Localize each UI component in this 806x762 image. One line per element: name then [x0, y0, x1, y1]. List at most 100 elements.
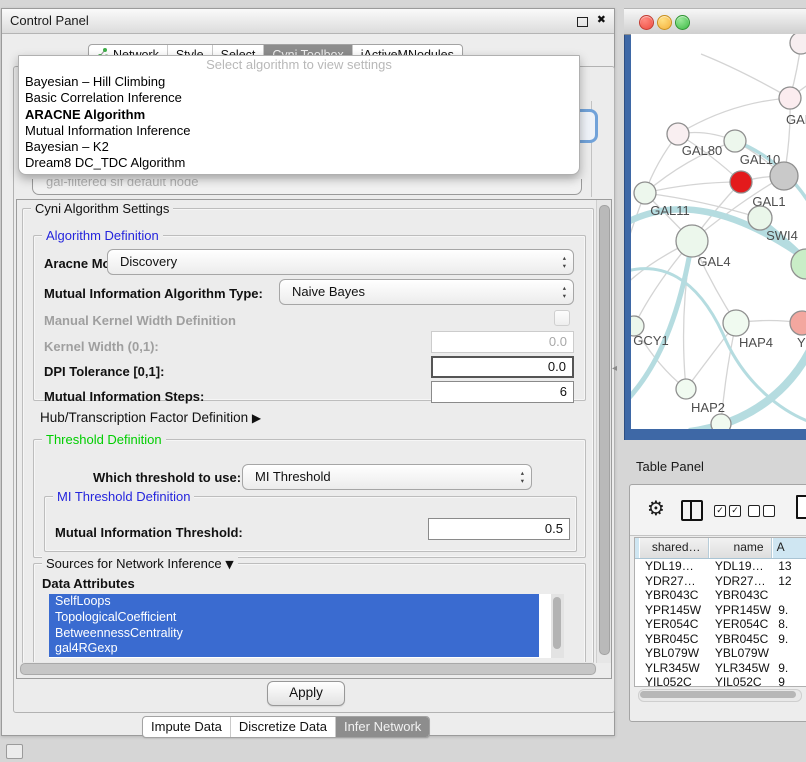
network-node-gal[interactable]: [779, 87, 801, 109]
node-label-gal: GAL: [786, 112, 806, 127]
which-threshold-label: Which threshold to use:: [93, 470, 241, 485]
table-cell: YDL19…: [639, 559, 709, 574]
gear-icon[interactable]: ⚙: [647, 496, 665, 520]
deselect-all-columns-icon[interactable]: [748, 505, 775, 517]
network-node-swi4[interactable]: [748, 206, 772, 230]
kernel-width-label: Kernel Width (0,1):: [44, 339, 159, 354]
mi-type-combo[interactable]: Naive Bayes ▴▾: [279, 279, 574, 305]
column-header-2[interactable]: name: [709, 538, 772, 558]
network-node-y[interactable]: [790, 311, 806, 335]
network-node-hap4[interactable]: [723, 310, 749, 336]
table-cell: YBL079W: [709, 646, 772, 661]
bottom-tab-impute-data[interactable]: Impute Data: [143, 717, 230, 737]
table-horizontal-scrollbar[interactable]: [638, 689, 802, 702]
table-row[interactable]: YER054CYER054C8.: [635, 617, 806, 632]
table-row[interactable]: YBR043CYBR043C: [635, 588, 806, 603]
hub-expander[interactable]: Hub/Transcription Factor Definition ▶: [40, 410, 261, 425]
bottom-tab-label: Impute Data: [151, 717, 222, 737]
node-label-gal80: GAL80: [682, 143, 722, 158]
settings-vscroll-thumb[interactable]: [599, 205, 610, 655]
threshold-definition-title: Threshold Definition: [42, 432, 166, 447]
network-node-gal10[interactable]: [724, 130, 746, 152]
network-node-gal4[interactable]: [676, 225, 708, 257]
algorithm-option[interactable]: Mutual Information Inference: [19, 123, 579, 139]
table-row[interactable]: YLR345WYLR345W9.: [635, 661, 806, 676]
mi-threshold-field[interactable]: 0.5: [428, 518, 570, 540]
threshold-definition-group: Threshold Definition Which threshold to …: [33, 439, 586, 558]
settings-hscroll-thumb[interactable]: [20, 663, 596, 675]
select-all-columns-icon[interactable]: ✓✓: [714, 505, 741, 517]
network-node-gal11[interactable]: [634, 182, 656, 204]
hidden-network-combo: gal-filtered sif default node: [32, 179, 584, 197]
column-header-3[interactable]: A: [772, 538, 806, 558]
close-traffic-light[interactable]: [639, 15, 654, 30]
mi-threshold-group: MI Threshold Definition Mutual Informati…: [44, 496, 577, 552]
cyni-bottom-tab-bar: Impute Data Discretize Data Infer Network: [142, 716, 430, 738]
network-window-titlebar[interactable]: [624, 8, 806, 35]
algorithm-option[interactable]: Basic Correlation Inference: [19, 90, 579, 106]
settings-horizontal-scrollbar[interactable]: [19, 662, 597, 675]
list-scrollbar-thumb[interactable]: [553, 597, 561, 649]
table-rows: YDL19…YDL19…13YDR27…YDR27…12YBR043CYBR04…: [635, 559, 806, 686]
sources-group: Sources for Network Inference ▼ Data Att…: [33, 563, 586, 666]
mi-steps-field[interactable]: 6: [431, 381, 574, 403]
float-window-icon[interactable]: [577, 17, 588, 27]
table-row[interactable]: YIL052CYIL052C9: [635, 675, 806, 686]
table-row[interactable]: YPR145WYPR145W9.: [635, 603, 806, 618]
dock-panel-icon[interactable]: [6, 744, 23, 759]
algorithm-option[interactable]: Bayesian – Hill Climbing: [19, 74, 579, 90]
table-row[interactable]: YBL079WYBL079W: [635, 646, 806, 661]
table-cell: YIL052C: [639, 675, 709, 686]
algorithm-definition-group: Algorithm Definition Aracne Mode: Discov…: [33, 235, 586, 401]
splitter-collapse-icon[interactable]: ◂: [612, 363, 617, 374]
data-attribute-item[interactable]: gal4RGexp: [49, 641, 539, 657]
table-cell: YBR045C: [709, 632, 772, 647]
new-table-icon[interactable]: [796, 495, 806, 519]
table-row[interactable]: YDL19…YDL19…13: [635, 559, 806, 574]
kernel-width-field: 0.0: [431, 331, 574, 353]
network-node-hap2[interactable]: [676, 379, 696, 399]
expander-right-icon: ▶: [252, 411, 261, 425]
combo-arrows-icon: ▴▾: [563, 284, 566, 300]
algorithm-option[interactable]: Bayesian – K2: [19, 139, 579, 155]
network-canvas[interactable]: GALGAL80GAL10GAL1GAL11SWI4GAL4GCY1HAP4YH…: [631, 34, 806, 429]
list-scrollbar[interactable]: [551, 594, 564, 658]
data-attribute-item[interactable]: SelfLoops: [49, 594, 539, 610]
network-node[interactable]: [790, 34, 806, 54]
network-view-window: GALGAL80GAL10GAL1GAL11SWI4GAL4GCY1HAP4YH…: [624, 8, 806, 440]
column-header-1[interactable]: shared…: [639, 538, 709, 558]
algorithm-option[interactable]: Dream8 DC_TDC Algorithm: [19, 155, 579, 171]
zoom-traffic-light[interactable]: [675, 15, 690, 30]
data-attribute-item[interactable]: BetweennessCentrality: [49, 626, 539, 642]
network-nodes[interactable]: GALGAL80GAL10GAL1GAL11SWI4GAL4GCY1HAP4YH…: [631, 34, 806, 429]
sources-title[interactable]: Sources for Network Inference ▼: [42, 556, 238, 571]
control-panel-title: Control Panel: [10, 13, 89, 28]
dpi-tolerance-field[interactable]: 0.0: [431, 356, 574, 378]
hub-expander-label: Hub/Transcription Factor Definition: [40, 410, 248, 425]
algorithm-option[interactable]: ARACNE Algorithm: [19, 107, 579, 123]
data-attribute-item[interactable]: TopologicalCoefficient: [49, 610, 539, 626]
settings-vertical-scrollbar[interactable]: [596, 200, 611, 663]
bottom-tab-label: Infer Network: [344, 717, 421, 737]
apply-button[interactable]: Apply: [267, 681, 345, 706]
close-window-icon[interactable]: ✖: [597, 13, 606, 26]
table-cell: YBR043C: [639, 588, 709, 603]
table-hscroll-thumb[interactable]: [640, 691, 796, 698]
data-attributes-list[interactable]: SelfLoopsTopologicalCoefficientBetweenne…: [49, 594, 564, 658]
network-node-gal80[interactable]: [667, 123, 689, 145]
table-row[interactable]: YBR045CYBR045C9.: [635, 632, 806, 647]
mi-threshold-group-title: MI Threshold Definition: [53, 489, 194, 504]
collapse-down-icon: ▼: [225, 558, 233, 571]
table-cell: YLR345W: [709, 661, 772, 676]
column-layout-icon[interactable]: [681, 500, 703, 521]
bottom-tab-infer-network[interactable]: Infer Network: [335, 717, 429, 737]
bottom-tab-discretize-data[interactable]: Discretize Data: [230, 717, 335, 737]
table-row[interactable]: YDR27…YDR27…12: [635, 574, 806, 589]
node-label-hap2: HAP2: [691, 400, 725, 415]
network-node[interactable]: [711, 414, 731, 429]
which-threshold-combo[interactable]: MI Threshold ▴▾: [242, 464, 532, 490]
minimize-traffic-light[interactable]: [657, 15, 672, 30]
aracne-mode-combo[interactable]: Discovery ▴▾: [107, 249, 574, 275]
network-node-gal1[interactable]: [770, 162, 798, 190]
network-node[interactable]: [730, 171, 752, 193]
